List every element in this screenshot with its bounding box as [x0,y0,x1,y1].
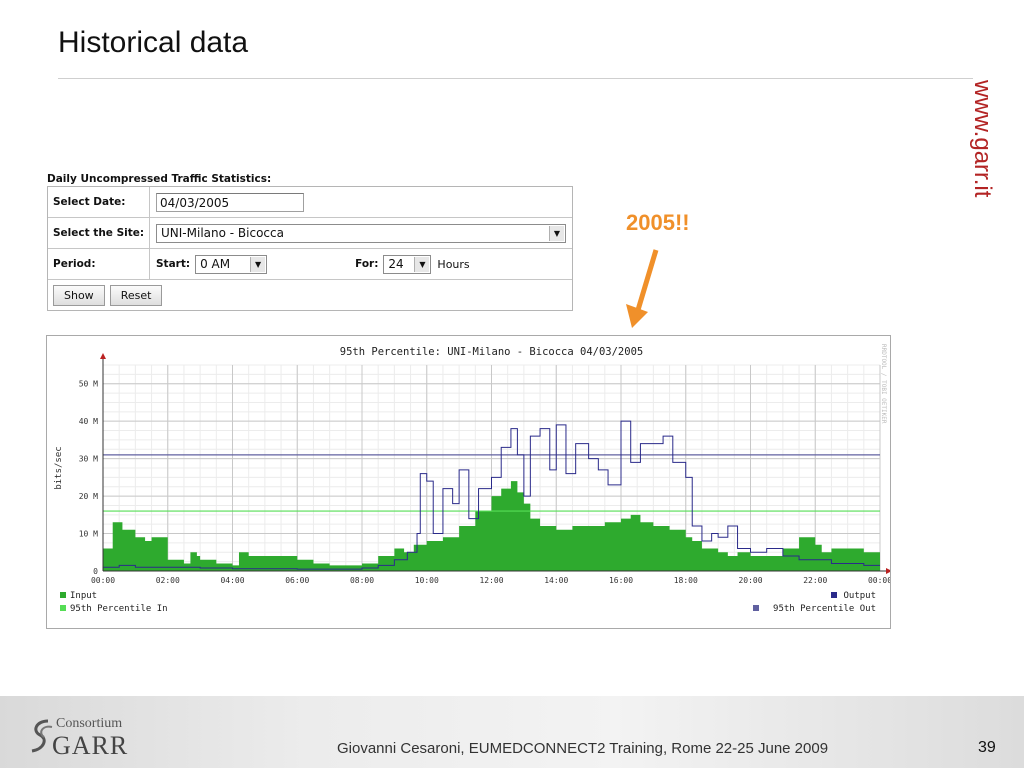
legend-swatch [60,605,66,611]
x-tick-label: 14:00 [544,576,568,585]
footer-text: Giovanni Cesaroni, EUMEDCONNECT2 Trainin… [337,740,829,757]
start-label: Start: [156,258,191,270]
x-tick-label: 16:00 [609,576,633,585]
form-title: Daily Uncompressed Traffic Statistics: [47,173,272,185]
legend-label: 95th Percentile Out [773,604,876,614]
start-select-value: 0 AM [200,256,231,271]
legend-swatch [60,592,66,598]
logo-consortium-text: Consortium [56,716,123,731]
traffic-chart: 0 10 M 20 M 30 M 40 M 50 M 00:00 02:00 04:00 06:0… [46,335,891,629]
x-tick-label: 18:00 [674,576,698,585]
start-select[interactable]: 0 AM ▼ [195,254,268,274]
for-label: For: [355,258,379,270]
x-tick-label: 02:00 [156,576,180,585]
y-tick-label: 10 M [79,530,98,539]
x-axis-arrow-icon [886,568,890,574]
form-table: Select Date: 04/03/2005 Select the Site:… [47,186,573,311]
reset-button[interactable]: Reset [109,284,163,306]
logo-garr-text: GARR [52,731,129,760]
date-label: Select Date: [48,187,150,217]
y-tick-label: 20 M [79,492,98,501]
show-button[interactable]: Show [53,284,105,306]
x-tick-label: 00:00 [91,576,115,585]
rrdtool-credit: RRDTOOL / TOBI OETIKER [880,344,887,424]
footer-band [0,696,1024,768]
x-tick-label: 22:00 [803,576,827,585]
website-label: www.garr.it [966,80,1006,240]
x-tick-label: 10:00 [415,576,439,585]
for-select[interactable]: 24 ▼ [383,254,432,274]
chevron-down-icon: ▼ [549,225,564,241]
date-input[interactable]: 04/03/2005 [156,192,304,212]
page-number: 39 [978,739,996,756]
y-tick-label: 50 M [79,380,98,389]
x-tick-label: 20:00 [738,576,762,585]
garr-logo-icon [31,719,53,753]
y-tick-label: 0 [93,567,98,576]
site-row: Select the Site: UNI-Milano - Bicocca ▼ [48,218,572,249]
annotation-text: 2005!! [626,210,690,235]
slide-title: Historical data [58,26,249,59]
y-axis-arrow-icon [100,353,106,359]
date-row: Select Date: 04/03/2005 [48,187,572,218]
period-label: Period: [48,249,150,279]
site-label: Select the Site: [48,218,150,248]
y-tick-label: 30 M [79,455,98,464]
x-tick-label: 00:00 [868,576,890,585]
x-tick-label: 06:00 [285,576,309,585]
y-axis-label: bits/sec [54,446,64,489]
button-row: Show Reset [48,280,572,310]
legend-swatch [753,605,759,611]
site-select[interactable]: UNI-Milano - Bicocca ▼ [156,223,566,243]
chevron-down-icon: ▼ [250,256,266,272]
x-tick-label: 08:00 [350,576,374,585]
x-tick-label: 12:00 [479,576,503,585]
for-select-value: 24 [388,256,404,271]
x-tick-label: 04:00 [220,576,244,585]
hours-label: Hours [437,257,470,271]
legend-label: Input [70,591,97,601]
chevron-down-icon: ▼ [414,256,430,272]
legend-swatch [831,592,837,598]
site-select-value: UNI-Milano - Bicocca [161,225,284,240]
website-text: www.garr.it [969,80,996,198]
legend-label: Output [843,591,876,601]
period-row: Period: Start: 0 AM ▼ For: 24 ▼ Hours [48,249,572,280]
y-tick-label: 40 M [79,417,98,426]
annotation-arrow-icon [626,249,659,328]
traffic-stats-form: Daily Uncompressed Traffic Statistics: S… [47,172,573,311]
chart-svg: 0 10 M 20 M 30 M 40 M 50 M 00:00 02:00 04:00 06:0… [54,344,890,614]
legend-label: 95th Percentile In [70,604,168,614]
chart-title: 95th Percentile: UNI-Milano - Bicocca 04… [340,346,643,358]
title-divider [58,78,973,79]
